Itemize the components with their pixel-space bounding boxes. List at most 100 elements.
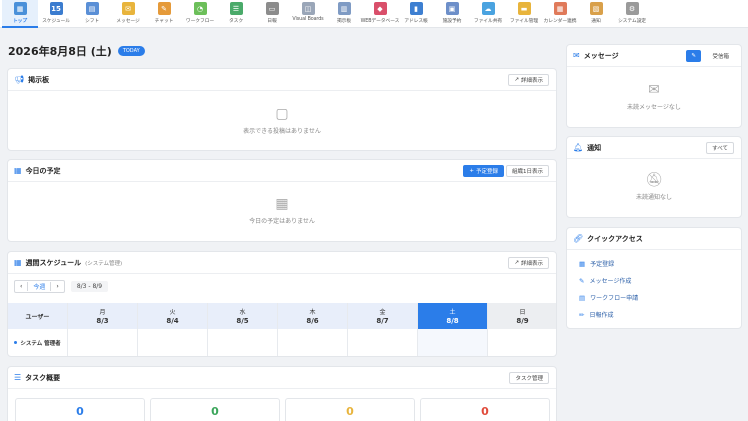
message-title: メッセージ	[583, 51, 619, 60]
nav-item-16[interactable]: ▧ 通知	[578, 0, 614, 28]
quick-access-item-2[interactable]: ▤ ワークフロー申請	[579, 294, 638, 303]
today-badge: TODAY	[117, 46, 145, 56]
user-cell[interactable]: システム 管理者	[8, 329, 68, 356]
nav-item-13[interactable]: ☁ ファイル共有	[470, 0, 506, 28]
prev-week-button[interactable]: ‹	[15, 283, 27, 290]
day-header-4[interactable]: 金 8/7	[348, 303, 418, 329]
bell-slash-icon: 🔕︎	[645, 172, 663, 188]
day-header-1[interactable]: 火 8/4	[138, 303, 208, 329]
day-date: 8/7	[376, 317, 389, 325]
weekly-detail-button[interactable]: ↗ 詳細表示	[508, 257, 549, 269]
nav-item-3[interactable]: ✉ メッセージ	[110, 0, 146, 28]
day-date: 8/3	[96, 317, 109, 325]
day-header-0[interactable]: 月 8/3	[68, 303, 138, 329]
today-schedule-card: ▦ 今日の予定 + 予定登録 組織1日表示 ▦ 今日の予定はありません	[7, 159, 557, 242]
task-title: タスク概要	[25, 373, 61, 382]
nav-label: 通知	[591, 19, 601, 24]
calendar-15-icon: 15	[49, 2, 63, 15]
nav-label: カレンダー連携	[543, 19, 577, 24]
nav-item-9[interactable]: ▥ 掲示板	[326, 0, 362, 28]
top-navigation: ▦ トップ 15 スケジュール ▤ シフト ✉ メッセージ ✎ チャット ◔ ワークフロー ☰ タスク ▭ 日…	[0, 0, 748, 28]
megaphone-icon: 📢︎	[14, 74, 25, 84]
nav-label: スケジュール	[42, 19, 70, 24]
bulletin-empty-text: 表示できる投稿はありません	[243, 128, 321, 135]
week-grid: ユーザー月 8/3 火 8/4 水 8/5 木 8/6 金 8/7 土 8/8 日 8/9 システム 管理…	[8, 303, 556, 356]
workflow-icon: ◔	[193, 2, 207, 15]
bulletin-detail-button[interactable]: ↗ 詳細表示	[508, 74, 549, 86]
nav-item-17[interactable]: ⚙ システム設定	[614, 0, 650, 28]
nav-item-4[interactable]: ✎ チャット	[146, 0, 182, 28]
nav-item-10[interactable]: ◆ WEBデータベース	[360, 0, 400, 28]
weekly-header: ▦ 週間スケジュール (システム管理) ↗ 詳細表示	[8, 252, 556, 274]
schedule-cell[interactable]	[208, 329, 278, 356]
calendar-icon: ▦	[14, 165, 22, 175]
nav-item-0[interactable]: ▦ トップ	[2, 0, 38, 28]
task-stat-3: 0	[420, 398, 550, 421]
inbox-button[interactable]: 受信箱	[707, 50, 734, 62]
nav-item-2[interactable]: ▤ シフト	[74, 0, 110, 28]
bulletin-header: 📢︎ 掲示板 ↗ 詳細表示	[8, 69, 556, 91]
nav-item-6[interactable]: ☰ タスク	[218, 0, 254, 28]
message-header: ✉ メッセージ ✎ 受信箱	[567, 45, 741, 67]
week-grid-header: ユーザー月 8/3 火 8/4 水 8/5 木 8/6 金 8/7 土 8/8 日 8/9	[8, 303, 556, 329]
bulletin-card: 📢︎ 掲示板 ↗ 詳細表示 ▢ 表示できる投稿はありません	[7, 68, 557, 151]
nav-item-5[interactable]: ◔ ワークフロー	[182, 0, 218, 28]
page-title: 2026年8月8日 (土)	[8, 45, 112, 58]
nav-label: ファイル共有	[473, 19, 503, 24]
bell-icon: 🔔︎	[573, 142, 584, 152]
nav-label: シフト	[84, 19, 100, 24]
nav-item-7[interactable]: ▭ 日報	[254, 0, 290, 28]
add-schedule-button[interactable]: + 予定登録	[463, 165, 504, 177]
schedule-cell[interactable]	[348, 329, 418, 356]
task-stat-2: 0	[285, 398, 415, 421]
quick-access-label: メッセージ作成	[589, 278, 632, 285]
org-day-view-button[interactable]: 組織1日表示	[506, 165, 549, 177]
nav-label: WEBデータベース	[360, 19, 400, 24]
user-dot	[14, 341, 18, 344]
day-date: 8/6	[306, 317, 319, 325]
quick-access-item-0[interactable]: ▦ 予定登録	[579, 260, 638, 269]
quick-access-list: ▦ 予定登録 ✎ メッセージ作成 ▤ ワークフロー申請 ✏ 日報作成	[579, 260, 638, 328]
schedule-cell[interactable]	[68, 329, 138, 356]
today-empty-text: 今日の予定はありません	[249, 218, 315, 225]
nav-label: トップ	[12, 19, 28, 24]
nav-item-8[interactable]: ◫ Visual Boards	[290, 0, 326, 28]
notification-empty: 🔕︎ 未読通知なし	[567, 173, 741, 201]
quick-access-header: 🔗︎ クイックアクセス	[567, 228, 741, 250]
day-header-3[interactable]: 木 8/6	[278, 303, 348, 329]
nav-item-14[interactable]: ▬ ファイル管理	[506, 0, 542, 28]
next-week-button[interactable]: ›	[51, 283, 63, 290]
quick-access-item-1[interactable]: ✎ メッセージ作成	[579, 277, 638, 286]
bulletin-empty: ▢ 表示できる投稿はありません	[8, 107, 556, 135]
today-header: ▦ 今日の予定 + 予定登録 組織1日表示	[8, 160, 556, 182]
day-date: 8/5	[236, 317, 249, 325]
add-schedule-label: 予定登録	[475, 169, 498, 175]
quick-access-label: 日報作成	[589, 312, 614, 319]
notification-all-button[interactable]: すべて	[706, 142, 734, 154]
day-of-week: 木	[309, 309, 316, 316]
weekly-subtitle: (システム管理)	[85, 260, 123, 267]
nav-item-11[interactable]: ▮ アドレス帳	[398, 0, 434, 28]
weekly-title: 週間スケジュール	[25, 258, 82, 267]
calendar-empty-icon: ▦	[275, 196, 289, 212]
quick-access-item-3[interactable]: ✏ 日報作成	[579, 311, 638, 320]
compose-message-button[interactable]: ✎	[686, 50, 701, 62]
day-header-5[interactable]: 土 8/8	[418, 303, 488, 329]
schedule-cell[interactable]	[488, 329, 556, 356]
nav-item-15[interactable]: ▦ カレンダー連携	[542, 0, 578, 28]
day-header-2[interactable]: 水 8/5	[208, 303, 278, 329]
schedule-cell[interactable]	[138, 329, 208, 356]
visual-boards-icon: ◫	[301, 2, 315, 15]
schedule-cell[interactable]	[278, 329, 348, 356]
date-bar: 2026年8月8日 (土) TODAY	[8, 43, 145, 59]
bulletin-title: 掲示板	[28, 75, 50, 84]
day-header-6[interactable]: 日 8/9	[488, 303, 556, 329]
day-of-week: 月	[99, 309, 106, 316]
week-grid-row: システム 管理者	[8, 329, 556, 356]
task-summary-card: ☰ タスク概要 タスク管理 0000	[7, 366, 557, 421]
schedule-cell[interactable]	[418, 329, 488, 356]
nav-item-12[interactable]: ▣ 施設予約	[434, 0, 470, 28]
this-week-button[interactable]: 今週	[27, 282, 52, 291]
task-manage-button[interactable]: タスク管理	[509, 372, 549, 384]
nav-item-1[interactable]: 15 スケジュール	[38, 0, 74, 28]
